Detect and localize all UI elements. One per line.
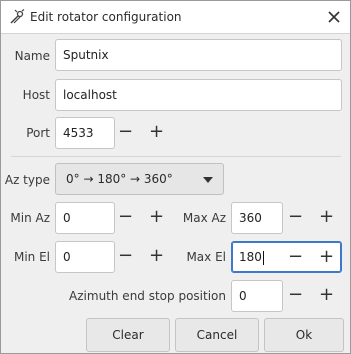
host-label: Host bbox=[22, 88, 50, 102]
cancel-button[interactable]: Cancel bbox=[175, 318, 259, 352]
name-input[interactable]: Sputnix bbox=[55, 39, 342, 71]
max-el-stepper: − + bbox=[280, 242, 342, 272]
max-el-decrement-button[interactable]: − bbox=[280, 242, 311, 272]
name-label: Name bbox=[14, 49, 50, 63]
az-type-select[interactable]: 0° → 180° → 360° bbox=[55, 163, 224, 195]
min-el-input[interactable]: 0 bbox=[55, 241, 115, 273]
max-az-label: Max Az bbox=[182, 211, 226, 225]
min-az-decrement-button[interactable]: − bbox=[110, 202, 141, 234]
az-end-stop-input[interactable]: 0 bbox=[231, 280, 283, 312]
close-icon[interactable] bbox=[326, 9, 342, 25]
az-end-stop-decrement-button[interactable]: − bbox=[280, 280, 311, 312]
chevron-down-icon bbox=[203, 177, 213, 183]
min-el-stepper: − + bbox=[110, 241, 172, 273]
az-end-stop-stepper: − + bbox=[280, 280, 342, 312]
max-el-label: Max El bbox=[186, 250, 226, 264]
port-stepper: − + bbox=[110, 117, 172, 149]
min-el-increment-button[interactable]: + bbox=[141, 241, 172, 273]
az-type-value: 0° → 180° → 360° bbox=[66, 172, 173, 186]
min-az-increment-button[interactable]: + bbox=[141, 202, 172, 234]
min-az-label: Min Az bbox=[10, 211, 50, 225]
port-increment-button[interactable]: + bbox=[141, 117, 172, 149]
az-end-stop-label: Azimuth end stop position bbox=[69, 289, 226, 303]
az-type-label: Az type bbox=[4, 173, 50, 187]
rotator-icon bbox=[10, 9, 25, 24]
divider bbox=[11, 156, 341, 157]
min-az-stepper: − + bbox=[110, 202, 172, 234]
port-decrement-button[interactable]: − bbox=[110, 117, 141, 149]
max-az-stepper: − + bbox=[280, 202, 342, 234]
max-az-decrement-button[interactable]: − bbox=[280, 202, 311, 234]
max-el-value: 180 bbox=[239, 250, 262, 264]
port-label: Port bbox=[26, 126, 50, 140]
max-az-input[interactable]: 360 bbox=[231, 202, 283, 234]
host-input[interactable]: localhost bbox=[55, 79, 342, 111]
max-az-increment-button[interactable]: + bbox=[311, 202, 342, 234]
min-az-input[interactable]: 0 bbox=[55, 202, 115, 234]
dialog-window: Edit rotator configuration Name Sputnix … bbox=[0, 0, 351, 354]
window-title: Edit rotator configuration bbox=[30, 10, 182, 24]
min-el-label: Min El bbox=[13, 250, 50, 264]
port-input[interactable]: 4533 bbox=[55, 117, 115, 149]
min-el-decrement-button[interactable]: − bbox=[110, 241, 141, 273]
max-el-increment-button[interactable]: + bbox=[311, 242, 342, 272]
text-caret bbox=[262, 250, 264, 265]
clear-button[interactable]: Clear bbox=[86, 318, 170, 352]
az-end-stop-increment-button[interactable]: + bbox=[311, 280, 342, 312]
ok-button[interactable]: Ok bbox=[264, 318, 344, 352]
title-bar: Edit rotator configuration bbox=[1, 1, 350, 34]
